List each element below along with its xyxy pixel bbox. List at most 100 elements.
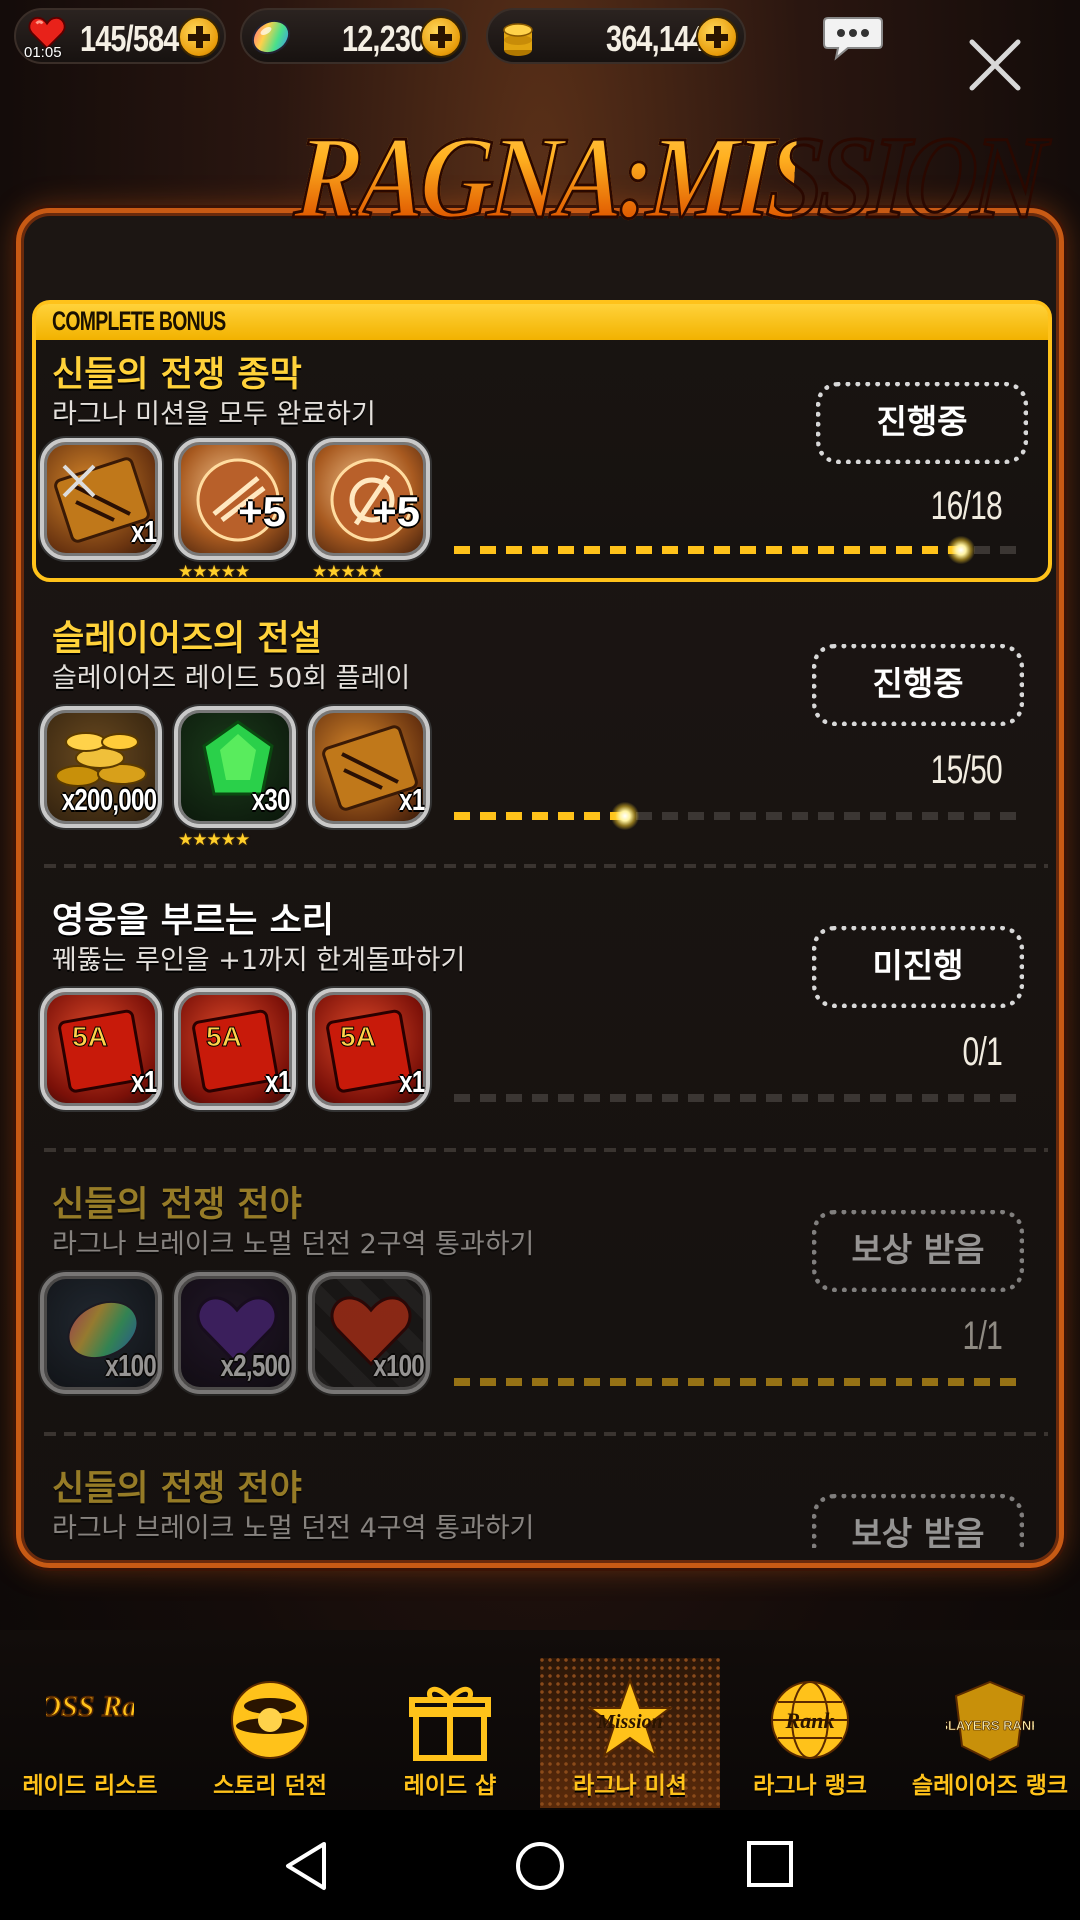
reward-qty: x100 — [373, 1348, 424, 1383]
nav-label: 라그나 랭크 — [753, 1773, 867, 1799]
system-nav-bar — [0, 1810, 1080, 1920]
reward-qty: x1 — [130, 1064, 157, 1099]
mission-status-button[interactable]: 진행중 — [816, 382, 1028, 464]
rainbow-gem-icon — [251, 19, 291, 55]
mission-status-button[interactable]: 진행중 — [812, 644, 1024, 726]
boss-raid-icon: BOSS Raid — [46, 1689, 134, 1724]
stamina-timer: 01:05 — [24, 44, 62, 61]
reward-qty: x1 — [398, 782, 425, 817]
add-gems-button[interactable] — [420, 16, 462, 58]
slayers-rank-logo-text: SLAYERS RANK — [946, 1718, 1034, 1733]
mission-item: 신들의 전쟁 종막 라그나 미션을 모두 완료하기 x1 +5 +5 ★★★★★… — [30, 300, 1054, 586]
mission-progress-text: 1/1 — [962, 1314, 1003, 1358]
nav-raid-list[interactable]: BOSS Raid 레이드 리스트 — [0, 1658, 180, 1808]
nav-slayers-rank[interactable]: SLAYERS RANK 슬레이어즈 랭크 — [900, 1658, 1080, 1808]
add-stamina-button[interactable] — [178, 16, 220, 58]
mission-status-button[interactable]: 보상 받음 — [812, 1494, 1024, 1548]
reward-slot[interactable]: x200,000 — [40, 706, 162, 828]
progress-spark — [946, 536, 975, 564]
gold-pill: 364,144 — [486, 8, 746, 64]
mission-item: 슬레이어즈의 전설 슬레이어즈 레이드 50회 플레이 x200,000 x30 — [30, 602, 1054, 882]
reward-stars: ★★★★★ — [178, 830, 250, 850]
reward-slot[interactable]: x2,500 — [174, 1272, 296, 1394]
mission-item: 신들의 전쟁 전야 라그나 브레이크 노멀 던전 4구역 통과하기 보상 받음 — [30, 1452, 1054, 1548]
reward-slot[interactable]: x100 — [308, 1272, 430, 1394]
progress-track — [454, 802, 1024, 830]
mission-divider — [44, 864, 1048, 868]
mission-list[interactable]: COMPLETE BONUS 신들의 전쟁 종막 라그나 미션을 모두 완료하기… — [30, 300, 1054, 1548]
close-icon[interactable] — [966, 36, 1024, 94]
reward-stars: ★★★★★ — [312, 562, 384, 582]
gems-pill: 12,230 — [240, 8, 468, 64]
svg-text:5A: 5A — [72, 1021, 108, 1052]
stamina-pill: 01:05 145/584 — [14, 8, 226, 64]
reward-qty: x200,000 — [61, 782, 156, 817]
gold-value: 364,144 — [606, 18, 705, 59]
story-orb-icon — [231, 1681, 309, 1759]
nav-label: 레이드 샵 — [403, 1773, 497, 1799]
reward-slot[interactable]: x1 — [40, 438, 162, 560]
progress-track — [454, 1094, 1024, 1102]
mission-title: 슬레이어즈의 전설 — [52, 619, 322, 659]
reward-slot[interactable]: +5 — [308, 438, 430, 560]
recents-icon[interactable] — [746, 1840, 794, 1888]
ragna-mission-logo: Ragna:Mission — [290, 78, 1046, 278]
nav-ragna-rank[interactable]: Rank 라그나 랭크 — [720, 1658, 900, 1808]
stamina-value: 145/584 — [80, 18, 179, 59]
mission-star-icon: Mission — [587, 1677, 673, 1759]
mission-status-button[interactable]: 보상 받음 — [812, 1210, 1024, 1292]
nav-label: 스토리 던전 — [213, 1773, 327, 1799]
svg-text:5A: 5A — [206, 1021, 242, 1052]
mission-status-button[interactable]: 미진행 — [812, 926, 1024, 1008]
reward-qty: x1 — [398, 1064, 425, 1099]
gift-icon — [409, 1686, 491, 1761]
mission-desc: 슬레이어즈 레이드 50회 플레이 — [52, 663, 411, 694]
mission-progress-text: 16/18 — [930, 484, 1003, 528]
reward-qty: x1 — [264, 1064, 291, 1099]
svg-text:5A: 5A — [340, 1021, 376, 1052]
mission-title: 신들의 전쟁 전야 — [52, 1185, 302, 1225]
mission-desc: 라그나 브레이크 노멀 던전 2구역 통과하기 — [52, 1229, 535, 1260]
reward-slot[interactable]: x100 — [40, 1272, 162, 1394]
reward-slot[interactable]: 5A x1 — [174, 988, 296, 1110]
boss-raid-logo-text-1: BOSS Raid — [46, 1690, 134, 1723]
nav-story-dungeon[interactable]: 스토리 던전 — [180, 1658, 360, 1808]
gems-value: 12,230 — [342, 18, 426, 59]
rank-globe-icon: Rank — [771, 1681, 849, 1759]
add-gold-button[interactable] — [696, 16, 738, 58]
reward-enhance-level: +5 — [238, 488, 286, 535]
nav-label: 라그나 미션 — [573, 1773, 687, 1799]
reward-qty: x30 — [251, 782, 291, 817]
reward-qty: x2,500 — [220, 1348, 291, 1383]
progress-fill — [454, 546, 961, 554]
rank-logo-text: Rank — [785, 1708, 835, 1733]
mission-title: 신들의 전쟁 전야 — [52, 1469, 302, 1509]
reward-qty: x1 — [130, 514, 157, 549]
nav-label: 슬레이어즈 랭크 — [911, 1773, 1069, 1799]
mission-title: 신들의 전쟁 종막 — [52, 355, 302, 395]
progress-track — [454, 536, 1024, 564]
mission-desc: 라그나 미션을 모두 완료하기 — [52, 399, 376, 430]
reward-slot[interactable]: 5A x1 — [40, 988, 162, 1110]
home-icon[interactable] — [514, 1840, 566, 1892]
slayers-rank-icon: SLAYERS RANK — [946, 1680, 1034, 1762]
reward-qty: x100 — [105, 1348, 156, 1383]
mission-item: 신들의 전쟁 전야 라그나 브레이크 노멀 던전 2구역 통과하기 x100 x… — [30, 1168, 1054, 1448]
reward-slot[interactable]: +5 — [174, 438, 296, 560]
reward-slot[interactable]: x30 — [174, 706, 296, 828]
mission-desc: 꿰뚫는 루인을 +1까지 한계돌파하기 — [52, 945, 466, 976]
nav-ragna-mission[interactable]: Mission 라그나 미션 — [540, 1658, 720, 1808]
currency-bar: 01:05 145/584 12,230 364,144 — [0, 0, 1080, 91]
reward-slot[interactable]: 5A x1 — [308, 988, 430, 1110]
reward-stars: ★★★★★ — [178, 562, 250, 582]
mission-progress-text: 15/50 — [930, 748, 1003, 792]
mission-divider — [44, 1432, 1048, 1436]
reward-slot[interactable]: x1 — [308, 706, 430, 828]
bottom-nav: BOSS Raid 레이드 리스트 스토리 던전 레이드 샵 Mission 라… — [0, 1630, 1080, 1810]
mission-logo-text: Mission — [596, 1711, 663, 1733]
nav-raid-shop[interactable]: 레이드 샵 — [360, 1658, 540, 1808]
chat-icon[interactable] — [822, 14, 884, 62]
progress-spark — [611, 802, 639, 830]
back-icon[interactable] — [282, 1840, 332, 1892]
mission-progress-text: 0/1 — [962, 1030, 1003, 1074]
